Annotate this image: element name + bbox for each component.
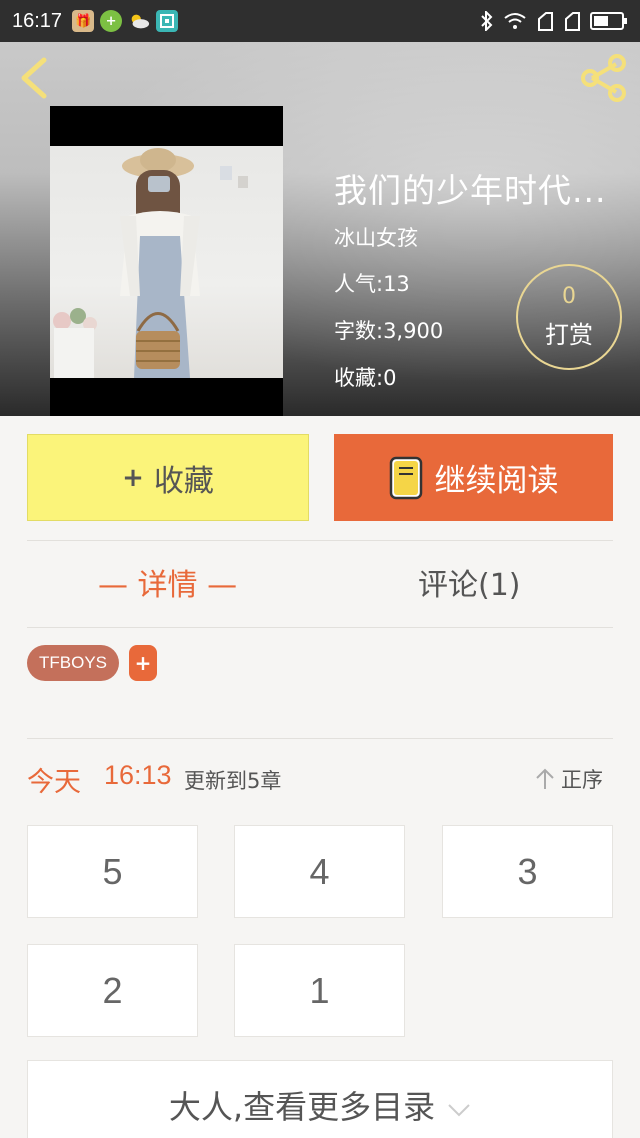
app-notification-icon: 🎁	[72, 10, 95, 32]
status-time: 16:17	[12, 9, 63, 32]
update-day: 今天	[27, 767, 81, 798]
chapter-button[interactable]: 5	[27, 825, 198, 918]
chapter-button[interactable]: 1	[234, 944, 405, 1037]
share-icon[interactable]	[578, 52, 630, 104]
book-icon	[389, 456, 422, 499]
book-header: 我们的少年时代... 冰山女孩 人气:13 字数:3,900 收藏:0 0 打赏	[0, 42, 640, 416]
wifi-icon	[504, 13, 526, 29]
bluetooth-icon	[481, 11, 493, 31]
book-cover[interactable]	[50, 106, 283, 416]
weather-icon	[128, 10, 150, 32]
scan-notification-icon	[156, 10, 179, 32]
reward-label: 打赏	[545, 321, 593, 349]
sort-label: 正序	[561, 768, 603, 792]
sort-toggle[interactable]: 正序	[535, 764, 603, 794]
reward-button[interactable]: 0 打赏	[516, 264, 622, 370]
signal-1-icon	[538, 12, 553, 31]
chevron-down-icon	[448, 1104, 470, 1117]
collect-button[interactable]: + 收藏	[27, 434, 309, 521]
plus-icon: +	[122, 462, 144, 493]
more-catalog-label: 大人,查看更多目录	[168, 1088, 436, 1126]
update-time: 16:13	[104, 760, 172, 790]
more-catalog-button[interactable]: 大人,查看更多目录	[27, 1060, 613, 1138]
plus-notification-icon: +	[100, 10, 123, 32]
divider	[27, 540, 613, 541]
tag-chip[interactable]: TFBOYS	[27, 645, 120, 681]
chapter-button[interactable]: 4	[234, 825, 405, 918]
book-popularity: 人气:13	[334, 272, 410, 296]
reward-count: 0	[562, 284, 576, 309]
add-tag-button[interactable]: +	[129, 645, 157, 681]
tab-detail[interactable]: — 详情 —	[98, 560, 237, 604]
book-word-count: 字数:3,900	[334, 319, 444, 343]
signal-2-icon	[565, 12, 580, 31]
update-text: 更新到5章	[184, 769, 282, 793]
cover-photo	[50, 146, 283, 378]
divider	[27, 627, 613, 628]
tab-comments[interactable]: 评论(1)	[418, 560, 521, 604]
status-bar: 16:17 🎁 +	[0, 0, 640, 42]
divider	[27, 738, 613, 739]
continue-reading-label: 继续阅读	[434, 463, 559, 499]
chapter-button[interactable]: 2	[27, 944, 198, 1037]
collect-label: 收藏	[153, 463, 214, 499]
battery-icon	[590, 12, 627, 30]
back-icon[interactable]	[16, 56, 52, 100]
book-collections: 收藏:0	[334, 366, 397, 390]
chapter-button[interactable]: 3	[442, 825, 613, 918]
continue-reading-button[interactable]: 继续阅读	[334, 434, 613, 521]
book-title: 我们的少年时代...	[334, 171, 607, 210]
book-author[interactable]: 冰山女孩	[334, 222, 418, 252]
arrow-up-icon	[536, 768, 554, 789]
